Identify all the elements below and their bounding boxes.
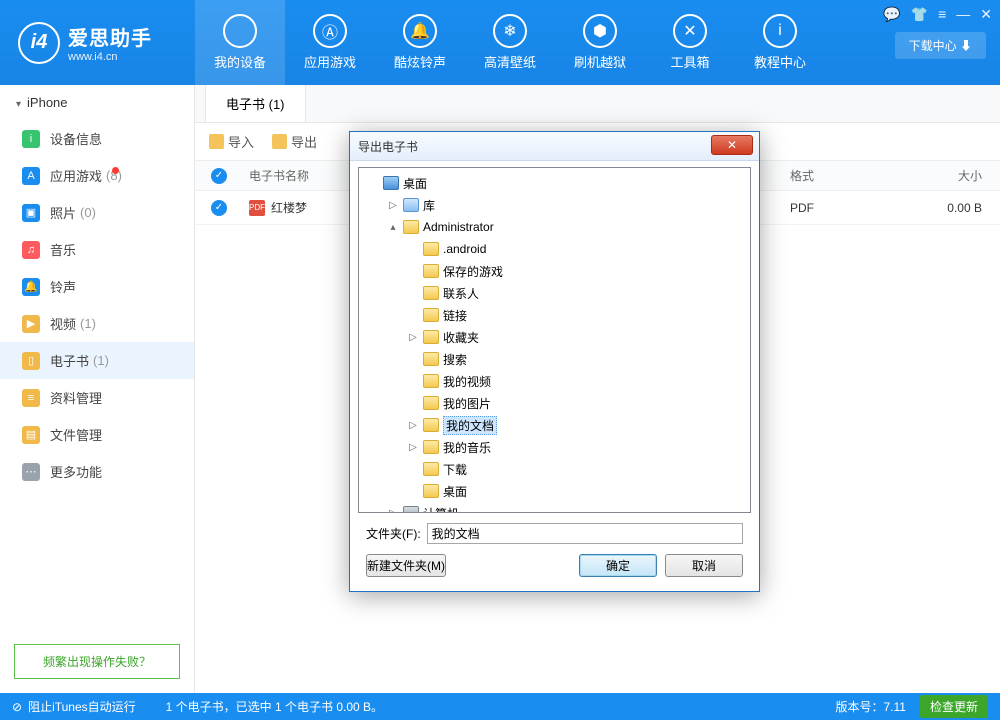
tree-item[interactable]: 我的图片 — [361, 392, 748, 414]
folder-icon — [403, 506, 419, 513]
folder-icon — [423, 440, 439, 454]
folder-icon — [423, 374, 439, 388]
folder-icon — [383, 176, 399, 190]
folder-field-label: 文件夹(F): — [366, 525, 421, 542]
expand-icon[interactable]: ▴ — [387, 222, 399, 233]
tree-label: 收藏夹 — [443, 329, 479, 346]
tree-label: 我的文档 — [443, 416, 497, 435]
tree-item[interactable]: 桌面 — [361, 172, 748, 194]
dialog-close-button[interactable]: ✕ — [711, 135, 753, 155]
tree-item[interactable]: .android — [361, 238, 748, 260]
tree-label: .android — [443, 242, 486, 256]
tree-item[interactable]: ▷计算机 — [361, 502, 748, 513]
tree-item[interactable]: 链接 — [361, 304, 748, 326]
folder-icon — [423, 396, 439, 410]
dialog-titlebar[interactable]: 导出电子书 ✕ — [350, 132, 759, 161]
expand-icon[interactable]: ▷ — [407, 442, 419, 453]
folder-icon — [423, 264, 439, 278]
tree-item[interactable]: 保存的游戏 — [361, 260, 748, 282]
tree-label: 链接 — [443, 307, 467, 324]
expand-icon[interactable]: ▷ — [407, 420, 419, 431]
folder-icon — [423, 242, 439, 256]
tree-label: 我的视频 — [443, 373, 491, 390]
tree-label: 联系人 — [443, 285, 479, 302]
tree-item[interactable]: 联系人 — [361, 282, 748, 304]
tree-item[interactable]: ▷ 收藏夹 — [361, 326, 748, 348]
folder-icon — [423, 308, 439, 322]
folder-icon — [423, 484, 439, 498]
tree-item[interactable]: ▷ 我的文档 — [361, 414, 748, 436]
tree-label: 我的图片 — [443, 395, 491, 412]
tree-item[interactable]: 我的视频 — [361, 370, 748, 392]
dialog-backdrop: 导出电子书 ✕ 桌面▷库▴Administrator.android保存的游戏联… — [0, 0, 1000, 720]
new-folder-button[interactable]: 新建文件夹(M) — [366, 554, 446, 577]
tree-label: 桌面 — [443, 483, 467, 500]
tree-label: Administrator — [423, 220, 494, 234]
dialog-title: 导出电子书 — [358, 138, 418, 155]
folder-icon — [403, 220, 419, 234]
folder-icon — [423, 462, 439, 476]
tree-item[interactable]: 桌面 — [361, 480, 748, 502]
expand-icon[interactable]: ▷ — [407, 332, 419, 343]
tree-label: 保存的游戏 — [443, 263, 503, 280]
tree-item[interactable]: ▷库 — [361, 194, 748, 216]
folder-icon — [403, 198, 419, 212]
tree-item[interactable]: ▴ Administrator — [361, 216, 748, 238]
folder-icon — [423, 418, 439, 432]
tree-label: 下载 — [443, 461, 467, 478]
tree-label: 桌面 — [403, 175, 427, 192]
folder-tree[interactable]: 桌面▷库▴Administrator.android保存的游戏联系人链接▷收藏夹… — [358, 167, 751, 513]
expand-icon[interactable]: ▷ — [387, 200, 399, 211]
tree-label: 搜索 — [443, 351, 467, 368]
cancel-button[interactable]: 取消 — [665, 554, 743, 577]
folder-icon — [423, 330, 439, 344]
tree-item[interactable]: 搜索 — [361, 348, 748, 370]
folder-icon — [423, 286, 439, 300]
export-dialog: 导出电子书 ✕ 桌面▷库▴Administrator.android保存的游戏联… — [349, 131, 760, 592]
tree-label: 我的音乐 — [443, 439, 491, 456]
tree-item[interactable]: ▷ 我的音乐 — [361, 436, 748, 458]
ok-button[interactable]: 确定 — [579, 554, 657, 577]
tree-label: 计算机 — [423, 505, 459, 514]
folder-field-input[interactable] — [427, 523, 743, 544]
tree-label: 库 — [423, 197, 435, 214]
folder-icon — [423, 352, 439, 366]
tree-item[interactable]: 下载 — [361, 458, 748, 480]
